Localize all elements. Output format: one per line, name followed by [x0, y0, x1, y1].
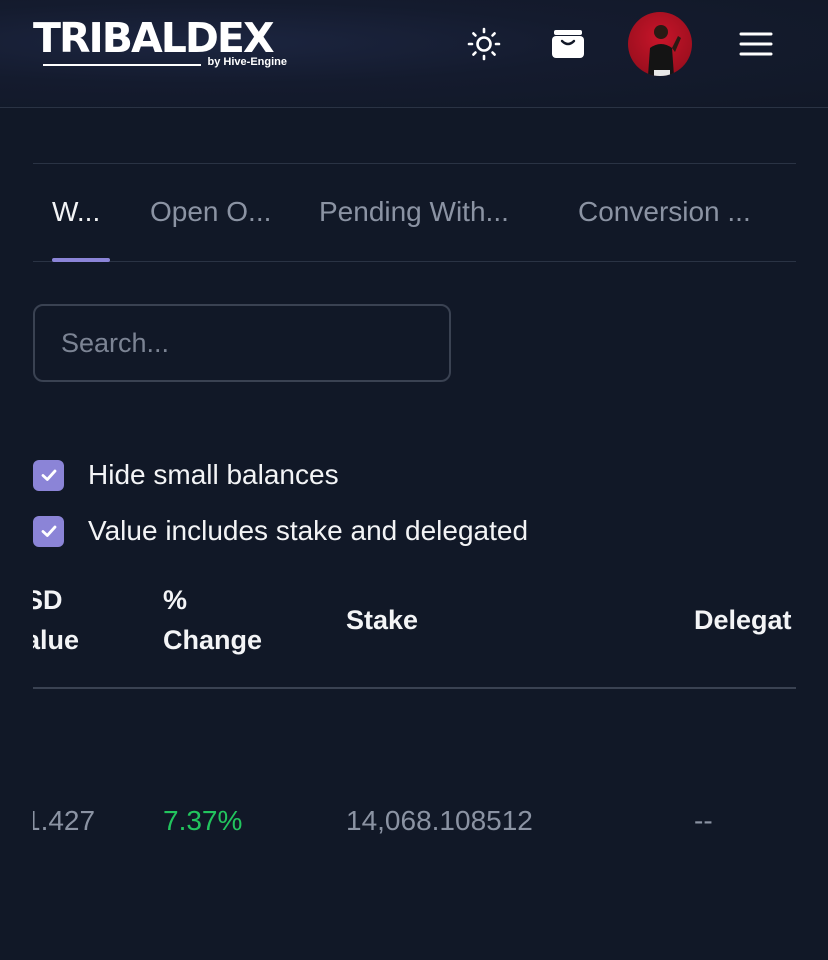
value-includes-stake-label: Value includes stake and delegated	[88, 515, 529, 546]
hide-small-balances-label: Hide small balances	[88, 459, 339, 490]
logo-underline	[43, 64, 201, 66]
tab-wallet[interactable]: W...	[52, 196, 100, 228]
search-input[interactable]	[33, 304, 451, 382]
column-header-delegated[interactable]: Delegat	[694, 600, 792, 640]
avatar-person-icon	[648, 25, 681, 76]
table-header-divider	[33, 687, 796, 689]
tab-pending-withdrawals[interactable]: Pending With...	[319, 196, 509, 228]
tab-conversion[interactable]: Conversion ...	[578, 196, 751, 228]
logo-text: TRIBALDEX	[33, 14, 275, 62]
cell-usd-value: 1.427	[33, 805, 96, 836]
cell-change: 7.37%	[163, 805, 243, 836]
column-header-change[interactable]: % Change	[163, 580, 262, 660]
cell-stake: 14,068.108512	[346, 805, 533, 836]
column-header-usd-value-line1: SD	[33, 585, 63, 615]
check-icon	[41, 525, 56, 537]
hide-small-balances-option[interactable]: Hide small balances	[33, 459, 339, 491]
menu-button[interactable]	[736, 26, 776, 62]
user-avatar[interactable]	[628, 12, 692, 76]
hamburger-menu-icon	[739, 32, 773, 56]
check-icon	[41, 469, 56, 481]
tribaldex-logo[interactable]: TRIBALDEX by Hive-Engine	[33, 14, 293, 74]
logo-subtitle: by Hive-Engine	[207, 56, 287, 68]
cell-delegated: --	[694, 805, 713, 836]
column-header-change-line1: %	[163, 585, 188, 615]
tab-open-orders[interactable]: Open O...	[150, 196, 271, 228]
theme-toggle-button[interactable]	[464, 24, 504, 64]
wallet-icon	[552, 30, 584, 58]
column-header-change-line2: Change	[163, 625, 263, 655]
sun-icon	[467, 27, 501, 61]
wallet-button[interactable]	[546, 24, 590, 64]
value-includes-stake-checkbox[interactable]	[33, 515, 64, 547]
column-header-stake[interactable]: Stake	[346, 600, 418, 640]
column-header-usd-value[interactable]: SD alue	[33, 580, 79, 660]
column-header-usd-value-line2: alue	[33, 625, 80, 655]
hide-small-balances-checkbox[interactable]	[33, 459, 64, 491]
wallet-tabs: W... Open O... Pending With... Conversio…	[33, 164, 796, 262]
value-includes-stake-option[interactable]: Value includes stake and delegated	[33, 515, 528, 547]
active-tab-indicator	[52, 258, 110, 262]
balances-table: SD alue % Change Stake Delegat 1.427 7.3…	[33, 570, 796, 870]
top-header: TRIBALDEX by Hive-Engine	[0, 0, 828, 108]
